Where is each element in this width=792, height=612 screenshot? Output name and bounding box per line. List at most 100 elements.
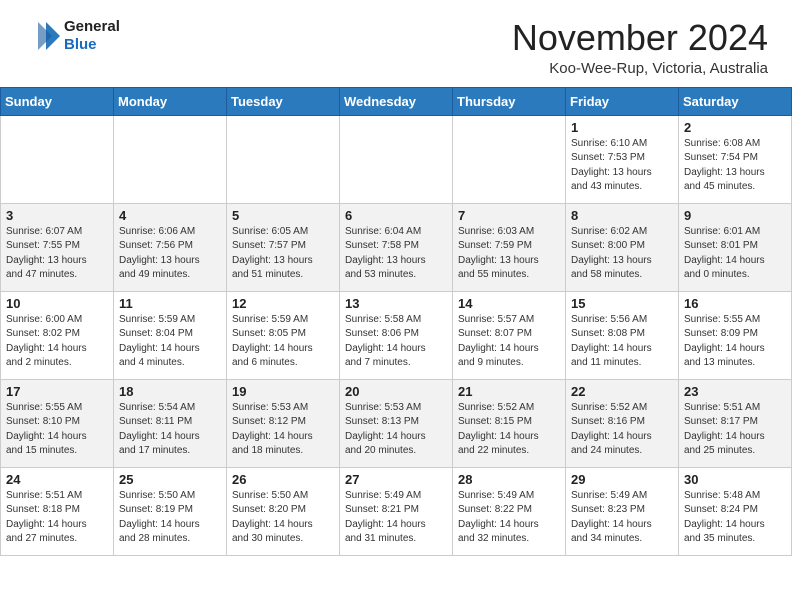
logo: General Blue: [24, 18, 120, 54]
day-number: 13: [345, 296, 447, 311]
calendar-cell: 13 Sunrise: 5:58 AMSunset: 8:06 PMDayligh…: [340, 291, 453, 379]
calendar-cell: 18Sunrise: 5:54 AMSunset: 8:11 PMDayligh…: [114, 379, 227, 467]
weekday-header-thursday: Thursday: [453, 87, 566, 115]
day-number: 9: [684, 208, 786, 223]
calendar-cell: 21 Sunrise: 5:52 AMSunset: 8:15 PMDayligh…: [453, 379, 566, 467]
day-number: 23: [684, 384, 786, 399]
day-number: 15: [571, 296, 673, 311]
day-info: Sunrise: 5:52 AMSunset: 8:15 PMDaylight:…: [458, 401, 560, 459]
day-info: Sunrise: 5:48 AMSunset: 8:24 PMDaylight:…: [684, 489, 786, 547]
day-number: 6: [345, 208, 447, 223]
calendar-cell: 23 Sunrise: 5:51 AMSunset: 8:17 PMDayligh…: [679, 379, 792, 467]
calendar-cell: 8 Sunrise: 6:02 AMSunset: 8:00 PMDaylight…: [566, 203, 679, 291]
day-number: 7: [458, 208, 560, 223]
location: Koo-Wee-Rup, Victoria, Australia: [512, 60, 768, 77]
day-number: 14: [458, 296, 560, 311]
week-row-1: 1Sunrise: 6:10 AMSunset: 7:53 PMDaylight…: [1, 115, 792, 203]
day-info: Sunrise: 6:04 AMSunset: 7:58 PMDaylight:…: [345, 225, 447, 283]
calendar-cell: 28Sunrise: 5:49 AMSunset: 8:22 PMDayligh…: [453, 467, 566, 555]
calendar-cell: 29Sunrise: 5:49 AMSunset: 8:23 PMDayligh…: [566, 467, 679, 555]
day-number: 12: [232, 296, 334, 311]
weekday-header-monday: Monday: [114, 87, 227, 115]
calendar-cell: 24 Sunrise: 5:51 AMSunset: 8:18 PMDayligh…: [1, 467, 114, 555]
calendar-cell: 15 Sunrise: 5:56 AMSunset: 8:08 PMDayligh…: [566, 291, 679, 379]
calendar-cell: 10 Sunrise: 6:00 AMSunset: 8:02 PMDayligh…: [1, 291, 114, 379]
calendar-cell: [227, 115, 340, 203]
calendar-cell: 27Sunrise: 5:49 AMSunset: 8:21 PMDayligh…: [340, 467, 453, 555]
day-info: Sunrise: 6:08 AMSunset: 7:54 PMDaylight:…: [684, 137, 786, 195]
day-number: 25: [119, 472, 221, 487]
day-number: 24: [6, 472, 108, 487]
day-info: Sunrise: 5:55 AMSunset: 8:09 PMDaylight:…: [684, 313, 786, 371]
day-number: 10: [6, 296, 108, 311]
day-info: Sunrise: 6:03 AMSunset: 7:59 PMDaylight:…: [458, 225, 560, 283]
calendar-cell: 6 Sunrise: 6:04 AMSunset: 7:58 PMDaylight…: [340, 203, 453, 291]
week-row-3: 10 Sunrise: 6:00 AMSunset: 8:02 PMDayligh…: [1, 291, 792, 379]
weekday-header-saturday: Saturday: [679, 87, 792, 115]
calendar-cell: [340, 115, 453, 203]
day-number: 21: [458, 384, 560, 399]
calendar: SundayMondayTuesdayWednesdayThursdayFrid…: [0, 87, 792, 556]
day-number: 8: [571, 208, 673, 223]
calendar-cell: 3 Sunrise: 6:07 AMSunset: 7:55 PMDaylight…: [1, 203, 114, 291]
calendar-cell: [453, 115, 566, 203]
calendar-cell: 26Sunrise: 5:50 AMSunset: 8:20 PMDayligh…: [227, 467, 340, 555]
calendar-cell: 5Sunrise: 6:05 AMSunset: 7:57 PMDaylight…: [227, 203, 340, 291]
day-info: Sunrise: 5:56 AMSunset: 8:08 PMDaylight:…: [571, 313, 673, 371]
day-number: 3: [6, 208, 108, 223]
day-number: 11: [119, 296, 221, 311]
calendar-cell: 25 Sunrise: 5:50 AMSunset: 8:19 PMDayligh…: [114, 467, 227, 555]
day-number: 4: [119, 208, 221, 223]
weekday-header-friday: Friday: [566, 87, 679, 115]
calendar-cell: 4 Sunrise: 6:06 AMSunset: 7:56 PMDaylight…: [114, 203, 227, 291]
day-info: Sunrise: 6:05 AMSunset: 7:57 PMDaylight:…: [232, 225, 334, 283]
day-info: Sunrise: 5:52 AMSunset: 8:16 PMDaylight:…: [571, 401, 673, 459]
page: General Blue November 2024 Koo-Wee-Rup, …: [0, 0, 792, 556]
day-info: Sunrise: 5:53 AMSunset: 8:13 PMDaylight:…: [345, 401, 447, 459]
header: General Blue November 2024 Koo-Wee-Rup, …: [0, 0, 792, 87]
day-info: Sunrise: 6:00 AMSunset: 8:02 PMDaylight:…: [6, 313, 108, 371]
day-number: 20: [345, 384, 447, 399]
day-number: 16: [684, 296, 786, 311]
logo-text: General Blue: [64, 18, 120, 54]
day-info: Sunrise: 6:01 AMSunset: 8:01 PMDaylight:…: [684, 225, 786, 283]
calendar-cell: 9 Sunrise: 6:01 AMSunset: 8:01 PMDaylight…: [679, 203, 792, 291]
day-number: 2: [684, 120, 786, 135]
day-info: Sunrise: 5:55 AMSunset: 8:10 PMDaylight:…: [6, 401, 108, 459]
day-info: Sunrise: 5:54 AMSunset: 8:11 PMDaylight:…: [119, 401, 221, 459]
week-row-4: 17 Sunrise: 5:55 AMSunset: 8:10 PMDayligh…: [1, 379, 792, 467]
logo-line2: Blue: [64, 36, 120, 54]
day-number: 17: [6, 384, 108, 399]
day-info: Sunrise: 5:49 AMSunset: 8:23 PMDaylight:…: [571, 489, 673, 547]
logo-icon: [24, 18, 60, 54]
day-info: Sunrise: 5:57 AMSunset: 8:07 PMDaylight:…: [458, 313, 560, 371]
day-info: Sunrise: 6:06 AMSunset: 7:56 PMDaylight:…: [119, 225, 221, 283]
day-number: 19: [232, 384, 334, 399]
day-info: Sunrise: 6:07 AMSunset: 7:55 PMDaylight:…: [6, 225, 108, 283]
logo-line1: General: [64, 18, 120, 36]
day-number: 30: [684, 472, 786, 487]
week-row-5: 24 Sunrise: 5:51 AMSunset: 8:18 PMDayligh…: [1, 467, 792, 555]
day-info: Sunrise: 5:53 AMSunset: 8:12 PMDaylight:…: [232, 401, 334, 459]
weekday-row: SundayMondayTuesdayWednesdayThursdayFrid…: [1, 87, 792, 115]
day-info: Sunrise: 5:58 AMSunset: 8:06 PMDaylight:…: [345, 313, 447, 371]
calendar-cell: 1Sunrise: 6:10 AMSunset: 7:53 PMDaylight…: [566, 115, 679, 203]
calendar-cell: 2 Sunrise: 6:08 AMSunset: 7:54 PMDaylight…: [679, 115, 792, 203]
day-info: Sunrise: 6:02 AMSunset: 8:00 PMDaylight:…: [571, 225, 673, 283]
day-number: 28: [458, 472, 560, 487]
calendar-cell: 20 Sunrise: 5:53 AMSunset: 8:13 PMDayligh…: [340, 379, 453, 467]
calendar-cell: [1, 115, 114, 203]
calendar-header: SundayMondayTuesdayWednesdayThursdayFrid…: [1, 87, 792, 115]
day-info: Sunrise: 5:50 AMSunset: 8:20 PMDaylight:…: [232, 489, 334, 547]
day-info: Sunrise: 5:51 AMSunset: 8:17 PMDaylight:…: [684, 401, 786, 459]
weekday-header-sunday: Sunday: [1, 87, 114, 115]
day-info: Sunrise: 5:59 AMSunset: 8:05 PMDaylight:…: [232, 313, 334, 371]
day-info: Sunrise: 6:10 AMSunset: 7:53 PMDaylight:…: [571, 137, 673, 195]
title-block: November 2024 Koo-Wee-Rup, Victoria, Aus…: [512, 18, 768, 77]
day-number: 22: [571, 384, 673, 399]
day-info: Sunrise: 5:50 AMSunset: 8:19 PMDaylight:…: [119, 489, 221, 547]
day-info: Sunrise: 5:51 AMSunset: 8:18 PMDaylight:…: [6, 489, 108, 547]
calendar-cell: 19 Sunrise: 5:53 AMSunset: 8:12 PMDayligh…: [227, 379, 340, 467]
day-info: Sunrise: 5:49 AMSunset: 8:21 PMDaylight:…: [345, 489, 447, 547]
day-info: Sunrise: 5:59 AMSunset: 8:04 PMDaylight:…: [119, 313, 221, 371]
